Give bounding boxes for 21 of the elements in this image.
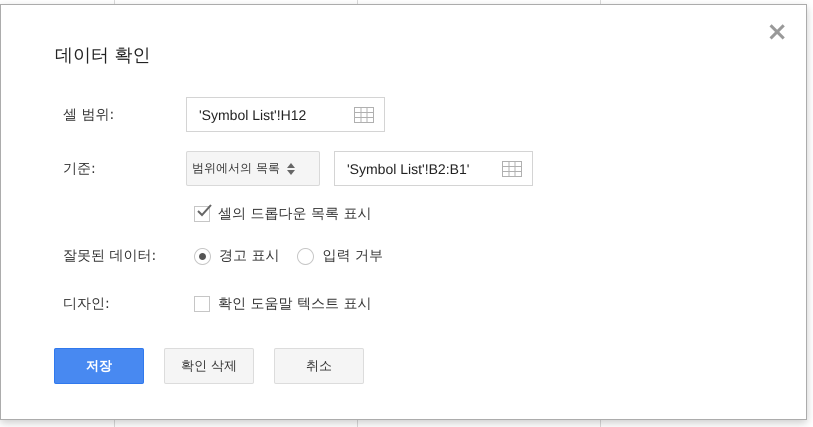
grid-icon[interactable]	[354, 106, 374, 122]
checkbox[interactable]	[194, 206, 210, 222]
checkbox[interactable]	[194, 296, 210, 312]
field-label: 잘못된 데이터:	[63, 247, 158, 265]
criteria-select[interactable]: 범위에서의 목록	[186, 151, 320, 186]
field-label: 셀 범위:	[63, 106, 116, 124]
radio-button[interactable]	[194, 248, 211, 264]
field-label: 디자인:	[63, 295, 111, 313]
radio-label: 경고 표시	[219, 247, 280, 265]
range-field[interactable]: 'Symbol List'!H12	[186, 97, 385, 132]
dialog-button[interactable]: 취소	[274, 348, 364, 384]
grid-icon[interactable]	[502, 160, 522, 176]
dialog-title: 데이터 확인	[55, 44, 151, 67]
range-field[interactable]: 'Symbol List'!B2:B1'	[334, 151, 533, 186]
checkbox-label: 확인 도움말 텍스트 표시	[218, 295, 372, 313]
field-label: 기준:	[63, 160, 97, 178]
up-down-arrows-icon	[286, 162, 295, 174]
radio-label: 입력 거부	[322, 247, 383, 265]
radio-button[interactable]	[297, 248, 314, 264]
checkbox-label: 셀의 드롭다운 목록 표시	[218, 205, 372, 223]
dialog-button[interactable]: 확인 삭제	[164, 348, 254, 384]
